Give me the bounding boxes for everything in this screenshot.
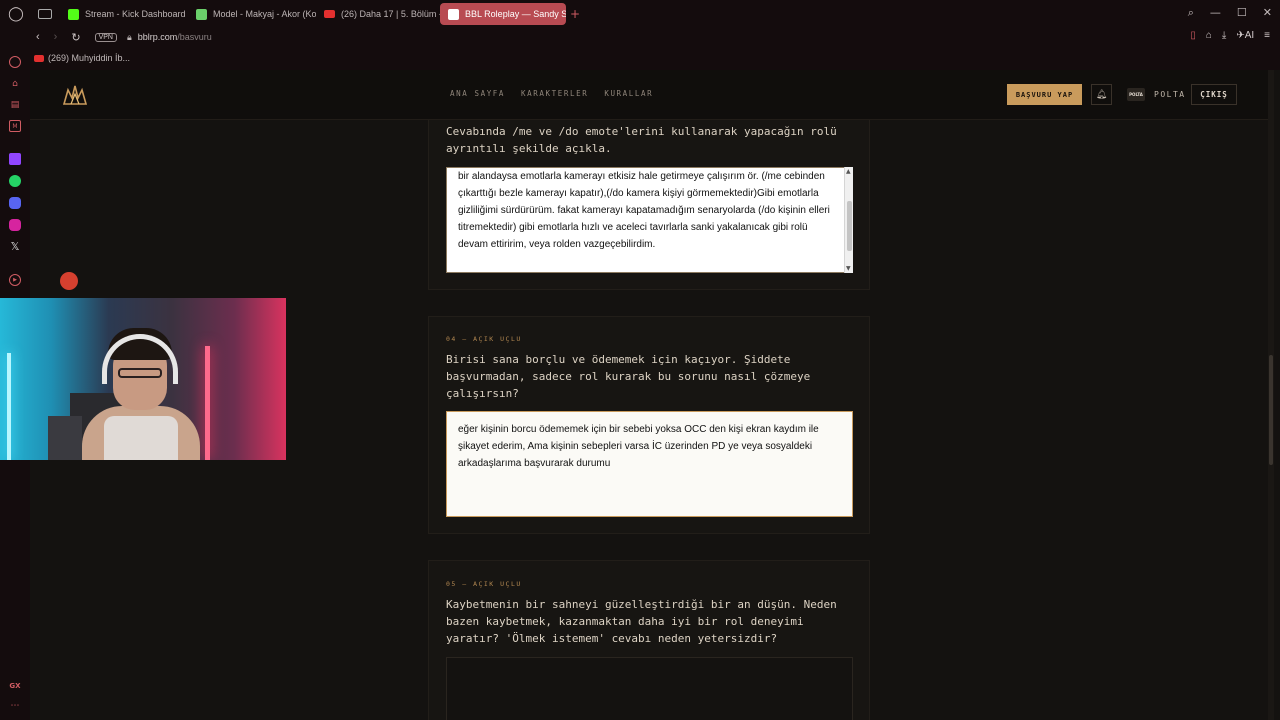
neon-light-right xyxy=(205,346,210,460)
answer-textarea[interactable] xyxy=(446,657,853,720)
menu-icon[interactable]: ≡ xyxy=(1264,30,1270,41)
vpn-badge[interactable]: VPN xyxy=(94,32,117,42)
address-bar: ‹ › ↻ VPN 🔒︎ bblrp.com/basvuru ▯ ⌂ ⤓ ✈AI… xyxy=(0,28,1280,46)
discord-icon[interactable] xyxy=(9,197,21,209)
tab-youtube[interactable]: (26) Daha 17 | 5. Bölüm - Y xyxy=(316,3,440,25)
scroll-thumb[interactable] xyxy=(847,201,852,251)
question-text: Cevabında /me ve /do emote'lerini kullan… xyxy=(446,125,837,155)
tab-kick[interactable]: Stream - Kick Dashboard xyxy=(60,3,188,25)
twitch-icon[interactable] xyxy=(9,153,21,165)
whatsapp-icon[interactable] xyxy=(9,175,21,187)
url-field[interactable]: bblrp.com/basvuru xyxy=(138,32,212,42)
maximize-button[interactable]: ☐ xyxy=(1237,6,1247,20)
gx-control-icon[interactable]: ⌂ xyxy=(9,78,21,90)
player-icon[interactable]: ▶ xyxy=(9,274,21,286)
answer-textarea[interactable]: eğer kişinin borcu ödememek için bir seb… xyxy=(446,411,853,517)
lock-icon[interactable]: 🔒︎ xyxy=(127,32,132,43)
question-number: 04 — AÇIK UÇLU xyxy=(446,335,522,343)
window-controls: ⌕ — ☐ ✕ xyxy=(1188,6,1272,20)
pinboard-icon[interactable]: ▯ xyxy=(1190,30,1196,41)
question-card-5: 05 — AÇIK UÇLU Kaybetmenin bir sahneyi g… xyxy=(428,560,870,720)
more-icon[interactable]: ⋯ xyxy=(9,700,21,712)
question-text: Birisi sana borçlu ve ödememek için kaçı… xyxy=(446,353,811,400)
back-button[interactable]: ‹ xyxy=(36,31,40,44)
avatar[interactable]: POLTA xyxy=(1127,88,1145,101)
minimize-button[interactable]: — xyxy=(1210,6,1221,20)
scroll-down-icon[interactable]: ▼ xyxy=(846,265,851,272)
nav-rules[interactable]: KURALLAR xyxy=(604,89,653,98)
tab-model[interactable]: Model - Makyaj - Akor (Ko xyxy=(188,3,316,25)
tab-bbl-roleplay[interactable]: BBL Roleplay — Sandy Sho xyxy=(440,3,566,25)
answer-textarea[interactable]: bir alandaysa emotlarla kamerayı etkisiz… xyxy=(446,167,853,273)
site-nav: ANA SAYFA KARAKTERLER KURALLAR xyxy=(450,89,653,98)
neon-light-left xyxy=(7,353,11,460)
youtube-icon xyxy=(34,54,44,62)
question-number: 05 — AÇIK UÇLU xyxy=(446,580,522,588)
reload-button[interactable]: ↻ xyxy=(71,31,80,44)
nav-characters[interactable]: KARAKTERLER xyxy=(521,89,588,98)
instagram-icon[interactable] xyxy=(9,219,21,231)
question-text: Kaybetmenin bir sahneyi güzelleştirdiği … xyxy=(446,598,837,645)
gx-label[interactable]: GX xyxy=(9,680,21,692)
browser-tab-bar: ◯ Stream - Kick Dashboard Model - Makyaj… xyxy=(0,0,1280,28)
search-tabs-icon[interactable]: ⌕ xyxy=(1188,6,1194,20)
x-twitter-icon[interactable]: 𝕏 xyxy=(9,240,21,253)
webcam-overlay xyxy=(0,298,286,460)
glasses xyxy=(118,368,162,378)
logout-button[interactable]: ÇIKIŞ xyxy=(1191,84,1237,105)
username[interactable]: POLTA xyxy=(1154,90,1186,99)
forward-button[interactable]: › xyxy=(54,31,58,44)
streamer-shirt xyxy=(104,416,178,460)
question-card-4: 04 — AÇIK UÇLU Birisi sana borçlu ve öde… xyxy=(428,316,870,534)
new-tab-button[interactable]: + xyxy=(570,7,580,21)
page-icon xyxy=(448,8,459,20)
snapshot-icon[interactable]: ⌂ xyxy=(1206,30,1212,41)
stream-overlay-icon xyxy=(60,272,78,290)
nav-home[interactable]: ANA SAYFA xyxy=(450,89,505,98)
question-card-3: Cevabında /me ve /do emote'lerini kullan… xyxy=(428,90,870,290)
bookmark-item[interactable]: (269) Muhyiddin İb... xyxy=(34,53,130,63)
kick-icon xyxy=(68,8,79,20)
notification-bell-icon[interactable]: 🔔︎ xyxy=(1091,84,1112,105)
scroll-up-icon[interactable]: ▲ xyxy=(846,168,851,175)
bookmarks-bar: (269) Muhyiddin İb... xyxy=(0,46,1280,70)
speed-dial-icon[interactable] xyxy=(9,56,21,68)
messenger-icon[interactable]: M xyxy=(9,120,21,132)
aria-ai-button[interactable]: ✈AI xyxy=(1236,30,1254,41)
youtube-icon xyxy=(324,10,335,18)
workspace-icon[interactable] xyxy=(38,9,52,19)
bbl-crown-logo-icon[interactable] xyxy=(62,84,88,106)
download-icon[interactable]: ⤓ xyxy=(1222,30,1226,41)
apply-button[interactable]: BAŞVURU YAP xyxy=(1007,84,1082,105)
close-window-button[interactable]: ✕ xyxy=(1263,6,1272,20)
page-scroll-thumb[interactable] xyxy=(1269,355,1273,465)
site-header: ANA SAYFA KARAKTERLER KURALLAR BAŞVURU Y… xyxy=(30,70,1268,120)
model-site-icon xyxy=(196,8,207,20)
textarea-scrollbar[interactable]: ▲ ▼ xyxy=(844,167,853,273)
gx-corner-icon[interactable]: ▤ xyxy=(9,99,21,111)
webcam-chair xyxy=(48,416,82,460)
opera-logo-icon[interactable]: ◯ xyxy=(0,0,32,28)
